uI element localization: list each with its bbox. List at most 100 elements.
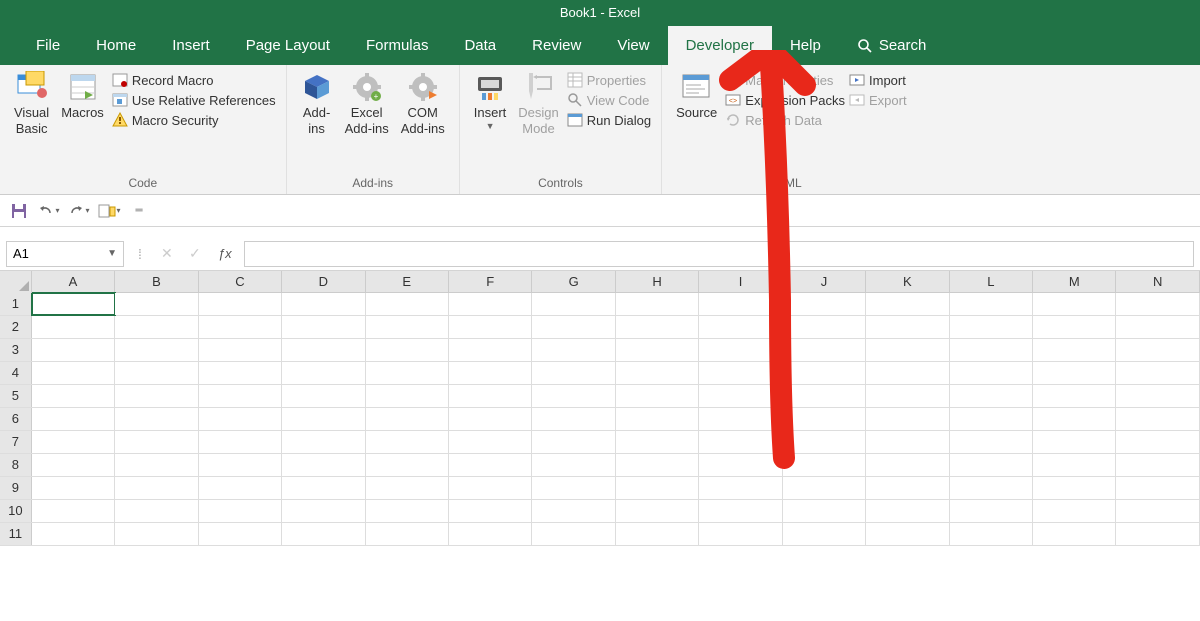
cell[interactable] [866, 477, 949, 499]
cell[interactable] [32, 293, 115, 315]
cell[interactable] [199, 523, 282, 545]
cell[interactable] [282, 385, 365, 407]
cell[interactable] [866, 408, 949, 430]
design-mode-button[interactable]: Design Mode [512, 69, 564, 138]
cell[interactable] [783, 431, 866, 453]
cell[interactable] [32, 316, 115, 338]
cell[interactable] [532, 316, 615, 338]
cell[interactable] [449, 500, 532, 522]
cell[interactable] [199, 362, 282, 384]
com-addins-button[interactable]: COM Add-ins [395, 69, 451, 138]
cell[interactable] [366, 408, 449, 430]
column-header[interactable]: C [199, 271, 282, 292]
tab-insert[interactable]: Insert [154, 26, 228, 65]
cell[interactable] [1033, 431, 1116, 453]
cell[interactable] [282, 408, 365, 430]
cell[interactable] [783, 362, 866, 384]
cell[interactable] [115, 339, 198, 361]
cell[interactable] [449, 316, 532, 338]
tab-help[interactable]: Help [772, 26, 839, 65]
cell[interactable] [699, 385, 782, 407]
run-dialog-button[interactable]: Run Dialog [565, 111, 653, 129]
cell[interactable] [32, 523, 115, 545]
cell[interactable] [950, 362, 1033, 384]
cell[interactable] [115, 523, 198, 545]
cell[interactable] [532, 477, 615, 499]
use-relative-references-button[interactable]: Use Relative References [110, 91, 278, 109]
addins-button[interactable]: Add- ins [295, 69, 339, 138]
cell[interactable] [366, 362, 449, 384]
undo-button[interactable]: ▾ [38, 200, 60, 222]
cell[interactable] [616, 362, 699, 384]
cell[interactable] [115, 477, 198, 499]
cell[interactable] [366, 293, 449, 315]
cell[interactable] [699, 523, 782, 545]
row-header[interactable]: 5 [0, 385, 32, 407]
tab-search[interactable]: Search [839, 26, 945, 65]
cell[interactable] [449, 477, 532, 499]
cell[interactable] [282, 500, 365, 522]
cell[interactable] [950, 316, 1033, 338]
properties-button[interactable]: Properties [565, 71, 653, 89]
cell[interactable] [783, 454, 866, 476]
name-box[interactable]: A1 ▼ [6, 241, 124, 267]
cell[interactable] [1116, 454, 1199, 476]
cell[interactable] [1033, 339, 1116, 361]
column-header[interactable]: K [866, 271, 949, 292]
cell[interactable] [366, 454, 449, 476]
cell[interactable] [1116, 431, 1199, 453]
cell[interactable] [532, 431, 615, 453]
cell[interactable] [1116, 316, 1199, 338]
cell[interactable] [1033, 362, 1116, 384]
cell[interactable] [1116, 293, 1199, 315]
cell[interactable] [449, 408, 532, 430]
cell[interactable] [366, 523, 449, 545]
cell[interactable] [699, 431, 782, 453]
qat-customize-button[interactable]: ═ [128, 200, 150, 222]
cell[interactable] [950, 339, 1033, 361]
cell[interactable] [115, 385, 198, 407]
column-header[interactable]: N [1116, 271, 1199, 292]
cell[interactable] [115, 293, 198, 315]
row-header[interactable]: 1 [0, 293, 32, 315]
column-header[interactable]: D [282, 271, 365, 292]
cell[interactable] [1033, 293, 1116, 315]
cell[interactable] [866, 385, 949, 407]
column-header[interactable]: E [366, 271, 449, 292]
cell[interactable] [699, 477, 782, 499]
row-header[interactable]: 3 [0, 339, 32, 361]
tab-page-layout[interactable]: Page Layout [228, 26, 348, 65]
cell[interactable] [366, 500, 449, 522]
cell[interactable] [1033, 454, 1116, 476]
cell[interactable] [866, 431, 949, 453]
cell[interactable] [282, 477, 365, 499]
row-header[interactable]: 8 [0, 454, 32, 476]
cell[interactable] [115, 431, 198, 453]
cell[interactable] [282, 523, 365, 545]
cell[interactable] [366, 431, 449, 453]
cell[interactable] [532, 293, 615, 315]
import-button[interactable]: Import [847, 71, 909, 89]
cell[interactable] [282, 316, 365, 338]
cell[interactable] [532, 523, 615, 545]
row-header[interactable]: 10 [0, 500, 32, 522]
map-properties-button[interactable]: Map Properties [723, 71, 847, 89]
cell[interactable] [616, 523, 699, 545]
cell[interactable] [783, 477, 866, 499]
cell[interactable] [1033, 477, 1116, 499]
excel-addins-button[interactable]: + Excel Add-ins [339, 69, 395, 138]
cell[interactable] [699, 316, 782, 338]
cell[interactable] [115, 362, 198, 384]
cancel-formula-button[interactable]: ✕ [156, 245, 178, 262]
formula-input[interactable] [244, 241, 1194, 267]
cell[interactable] [449, 385, 532, 407]
row-header[interactable]: 7 [0, 431, 32, 453]
cell[interactable] [783, 408, 866, 430]
column-header[interactable]: H [616, 271, 699, 292]
cell[interactable] [950, 431, 1033, 453]
row-header[interactable]: 2 [0, 316, 32, 338]
cell[interactable] [866, 362, 949, 384]
column-header[interactable]: F [449, 271, 532, 292]
row-header[interactable]: 11 [0, 523, 32, 545]
cell[interactable] [449, 362, 532, 384]
